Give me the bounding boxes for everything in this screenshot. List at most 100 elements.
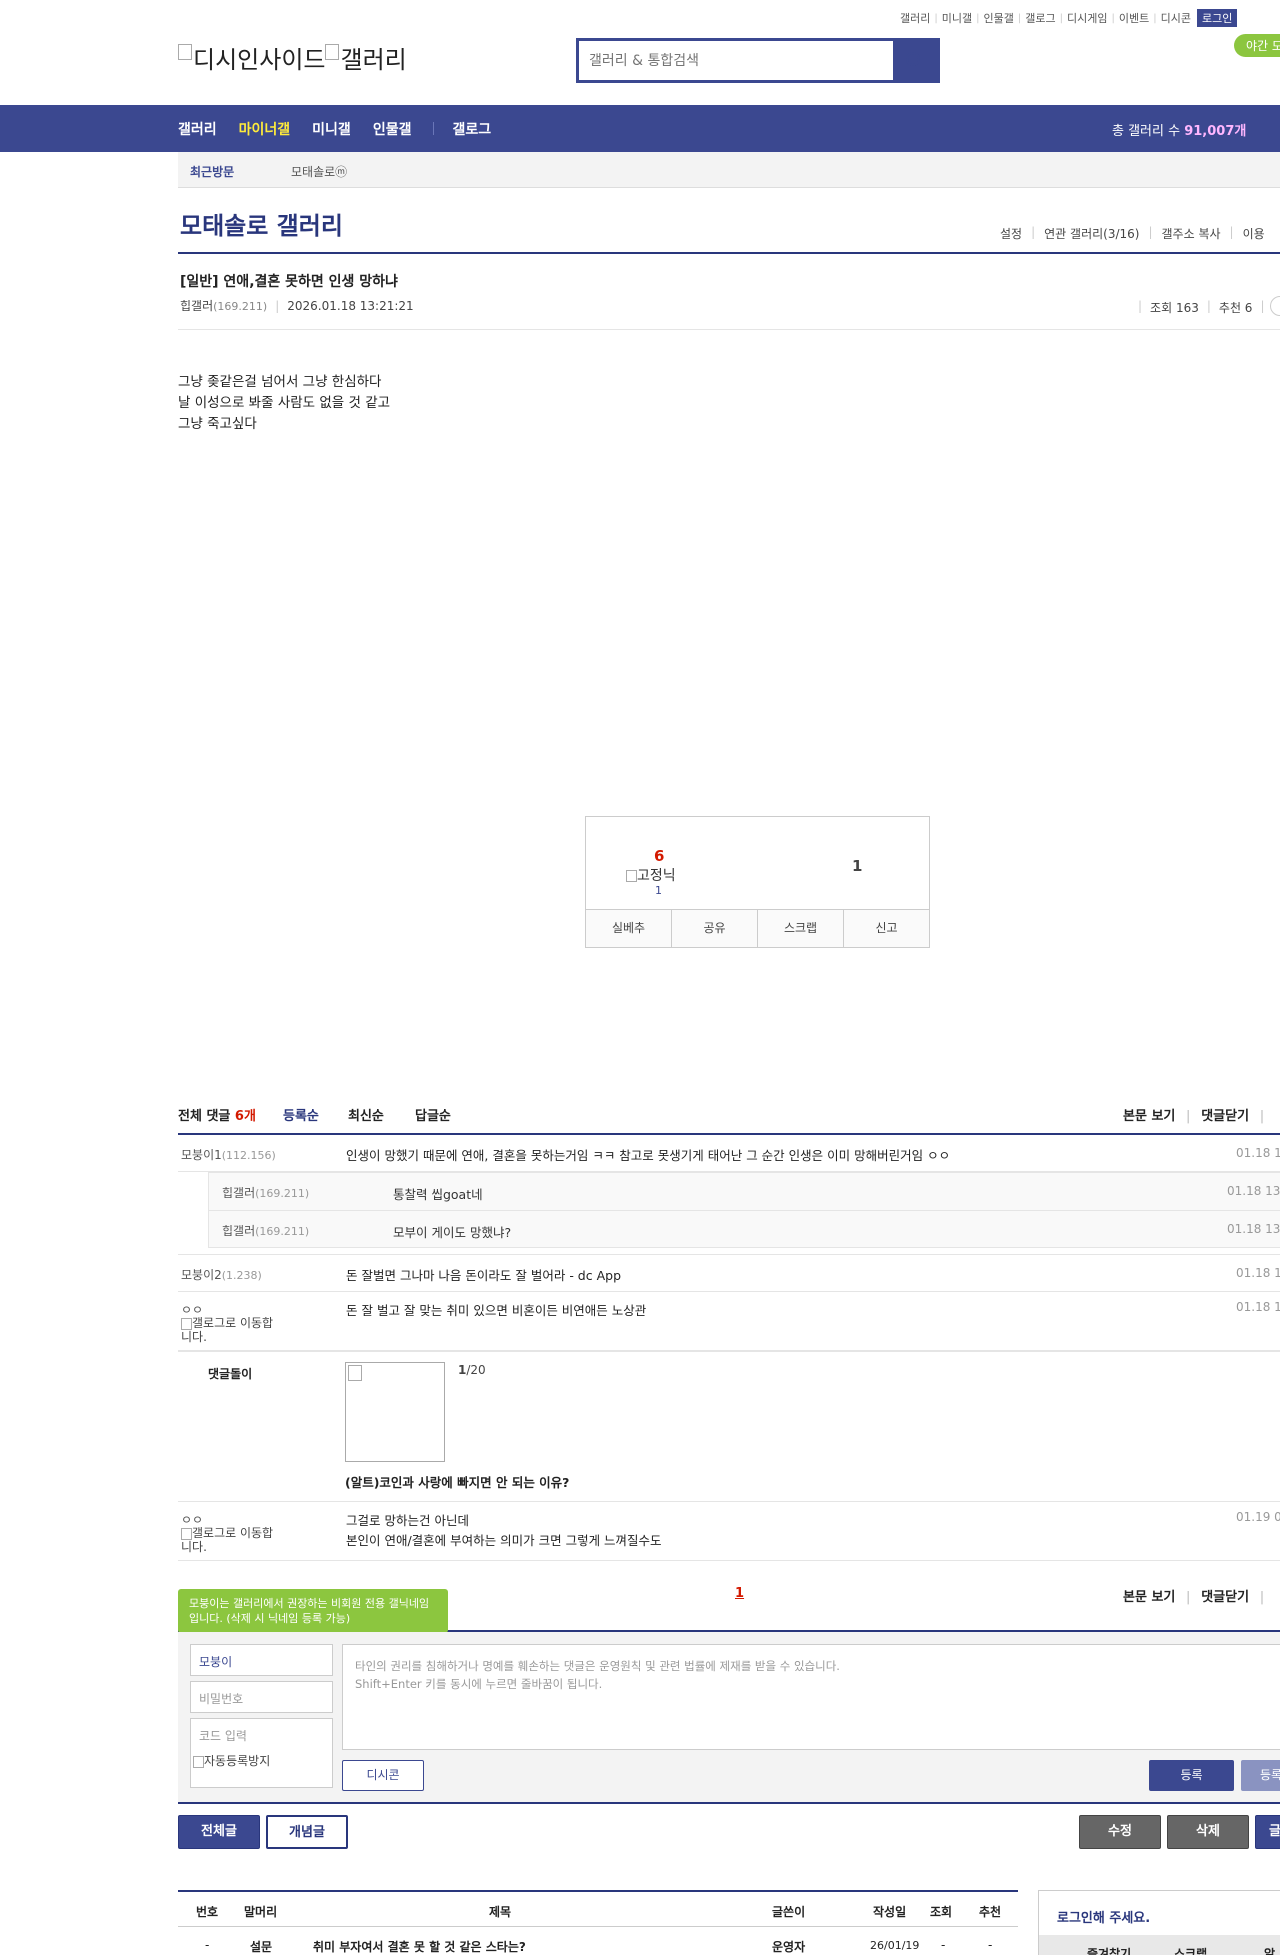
gallery-title[interactable]: 모태솔로 갤러리 (180, 206, 343, 241)
top-link-gallery[interactable]: 갤러리 (900, 10, 930, 26)
gallery-usage-link[interactable]: 이용 (1243, 225, 1265, 242)
gallery-settings-link[interactable]: 설정 (1000, 225, 1022, 242)
comment-item: 모붕이2(1.238) 돈 잘벌면 그나마 나음 돈이라도 잘 벌어라 - dc… (178, 1254, 1280, 1292)
tab-scrap[interactable]: 스크랩 (1174, 1945, 1207, 1955)
top-link-dcgame[interactable]: 디시게임 (1067, 10, 1107, 26)
real-best-button[interactable]: 실베추 (586, 910, 672, 947)
gallog-link-image[interactable]: 갤로그로 이동합니다. (181, 1316, 281, 1344)
share-button[interactable]: 공유 (672, 910, 758, 947)
post-views: 조회 163 (1150, 301, 1199, 315)
reply-ip: (169.211) (255, 1225, 310, 1238)
nav-person-gallery[interactable]: 인물갤 (373, 119, 412, 139)
sort-by-replies[interactable]: 답글순 (415, 1105, 451, 1124)
top-link-dccon[interactable]: 디시콘 (1161, 10, 1191, 26)
top-link-event[interactable]: 이벤트 (1119, 10, 1149, 26)
post-author[interactable]: 힙갤러 (180, 299, 213, 313)
write-post-button[interactable]: 글 (1255, 1815, 1280, 1849)
nickname-tooltip: 모붕이는 갤러리에서 권장하는 비회원 전용 갤닉네임입니다. (삭제 시 닉네… (178, 1589, 448, 1641)
password-input[interactable]: 비밀번호 (190, 1681, 333, 1713)
post-date: 2026.01.18 13:21:21 (287, 299, 414, 313)
tab-alarm[interactable]: 알 (1264, 1945, 1275, 1955)
comment-page-number[interactable]: 1 (735, 1586, 744, 1601)
all-posts-button[interactable]: 전체글 (178, 1815, 260, 1849)
post-recommends: 추천 6 (1218, 301, 1253, 315)
night-mode-button[interactable]: 야간 모드 (1234, 34, 1280, 57)
comment-nick[interactable]: 모붕이2(1.238) (181, 1266, 262, 1283)
gallery-count-label: 총 갤러리 수 (1112, 124, 1181, 139)
login-panel: 로그인해 주세요. 즐겨찾기 스크랩 알 (1038, 1890, 1280, 1955)
row-head: 설문 (250, 1940, 273, 1954)
nav-gallery[interactable]: 갤러리 (178, 119, 217, 139)
nav-mini-gallery[interactable]: 미니갤 (312, 119, 351, 139)
nav-gallog[interactable]: 갤로그 (452, 119, 491, 139)
nav-minor-gallery[interactable]: 마이너갤 (239, 119, 291, 139)
col-writer: 글쓴이 (772, 1905, 806, 1919)
col-num: 번호 (196, 1905, 219, 1919)
comments-total: 전체 댓글 6개 (178, 1109, 256, 1124)
scrap-button[interactable]: 스크랩 (758, 910, 844, 947)
top-link-persongal[interactable]: 인물갤 (984, 10, 1014, 26)
reply-text: 통찰력 씹goat네 (393, 1187, 483, 1202)
recent-visits-label: 최근방문 (190, 165, 235, 179)
comment-date: 01.18 13: (1236, 1146, 1280, 1160)
post-title: [일반] 연애,결혼 못하면 인생 망하냐 (180, 274, 398, 290)
top-link-gallog[interactable]: 갤로그 (1025, 10, 1055, 26)
post-author-ip: (169.211) (213, 300, 268, 313)
comment-nick[interactable]: 모붕이1(112.156) (181, 1146, 276, 1163)
comment-write-form: 모붕이 비밀번호 코드 입력 자동등록방지 타인의 권리를 침해하거나 명예를 … (178, 1632, 1280, 1802)
edit-button[interactable]: 수정 (1079, 1815, 1161, 1849)
sort-by-registered[interactable]: 등록순 (283, 1105, 319, 1124)
search-input[interactable] (579, 41, 893, 80)
captcha-alt: 자동등록방지 (204, 1754, 271, 1768)
comment-textarea[interactable]: 타인의 권리를 침해하거나 명예를 훼손하는 댓글은 운영원칙 및 관련 법률에… (342, 1644, 1280, 1750)
recommend-up-count[interactable]: 6 (654, 847, 664, 865)
login-button[interactable]: 로그인 (1196, 9, 1238, 27)
comment-text-line2: 본인이 연애/결혼에 부여하는 의미가 크면 그렇게 느껴질수도 (346, 1533, 662, 1548)
comment-item: 모붕이1(112.156) 인생이 망했기 때문에 연애, 결혼을 못하는거임 … (178, 1135, 1280, 1172)
row-views: - (941, 1938, 946, 1952)
col-views: 조회 (930, 1905, 953, 1919)
view-post-button-bottom[interactable]: 본문 보기 (1123, 1590, 1175, 1605)
textarea-placeholder-line1: 타인의 권리를 침해하거나 명예를 훼손하는 댓글은 운영원칙 및 관련 법률에… (355, 1659, 840, 1673)
comments-header: 전체 댓글 6개 등록순 최신순 답글순 본문 보기 | 댓글닫기 | (178, 1105, 1280, 1124)
gallog-link-alt: 갤로그로 이동합니다. (181, 1316, 274, 1344)
copy-gallery-address-link[interactable]: 갤주소 복사 (1162, 225, 1221, 242)
tab-favorites[interactable]: 즐겨찾기 (1087, 1945, 1131, 1955)
top-link-minigal[interactable]: 미니갤 (942, 10, 972, 26)
search-form (576, 38, 940, 83)
reply-nick[interactable]: 힙갤러(169.211) (222, 1184, 309, 1201)
post-list-row[interactable]: - 설문 취미 부자여서 결혼 못 할 것 같은 스타는? 운영자 26/01/… (178, 1927, 1018, 1955)
search-button[interactable] (893, 41, 937, 80)
sort-by-latest[interactable]: 최신순 (348, 1105, 384, 1124)
submit-comment-button-alt[interactable]: 등록 (1241, 1760, 1280, 1791)
view-post-button[interactable]: 본문 보기 (1123, 1109, 1175, 1124)
post-body-line: 그냥 죽고싶다 (178, 416, 257, 432)
reply-nick-text: 힙갤러 (222, 1224, 256, 1238)
login-panel-tabs: 즐겨찾기 스크랩 알 (1039, 1935, 1280, 1955)
dccon-button[interactable]: 디시콘 (342, 1760, 424, 1791)
gallog-link-image[interactable]: 갤로그로 이동합니다. (181, 1526, 281, 1554)
main-nav-bar: 갤러리 마이너갤 미니갤 인물갤 갤로그 총 갤러리 수 91,007개 (0, 105, 1280, 152)
reply-list: 힙갤러(169.211) 통찰력 씹goat네 01.18 13:3 힙갤러(1… (208, 1172, 1280, 1248)
reply-nick[interactable]: 힙갤러(169.211) (222, 1222, 309, 1239)
row-title[interactable]: 취미 부자여서 결혼 못 할 것 같은 스타는? (313, 1938, 526, 1955)
fixed-nick-count: 1 (655, 884, 662, 897)
submit-comment-button[interactable]: 등록 (1149, 1760, 1234, 1791)
close-comments-button[interactable]: 댓글닫기 (1201, 1109, 1249, 1124)
captcha-code-input[interactable]: 코드 입력 (190, 1718, 333, 1750)
report-button[interactable]: 신고 (844, 910, 929, 947)
close-comments-button-bottom[interactable]: 댓글닫기 (1201, 1590, 1249, 1605)
site-logo[interactable]: 디시인사이드 갤러리 (178, 40, 407, 75)
post-body-line: 그냥 좆같은걸 넘어서 그냥 한심하다 (178, 374, 382, 390)
recent-visit-item[interactable]: 모태솔로ⓜ (291, 163, 347, 180)
post-list-header: 번호 말머리 제목 글쓴이 작성일 조회 추천 (178, 1892, 1018, 1927)
nickname-input[interactable]: 모붕이 (190, 1644, 333, 1676)
comment-nick-text: 모붕이1 (181, 1148, 222, 1162)
login-prompt[interactable]: 로그인해 주세요. (1057, 1907, 1150, 1926)
related-gallery-link[interactable]: 연관 갤러리(3/16) (1044, 225, 1139, 242)
row-num: - (205, 1938, 210, 1952)
gallog-link-alt: 갤로그로 이동합니다. (181, 1526, 274, 1554)
recommend-down-count[interactable]: 1 (852, 857, 862, 875)
delete-button[interactable]: 삭제 (1167, 1815, 1249, 1849)
concept-posts-button[interactable]: 개념글 (266, 1815, 348, 1849)
